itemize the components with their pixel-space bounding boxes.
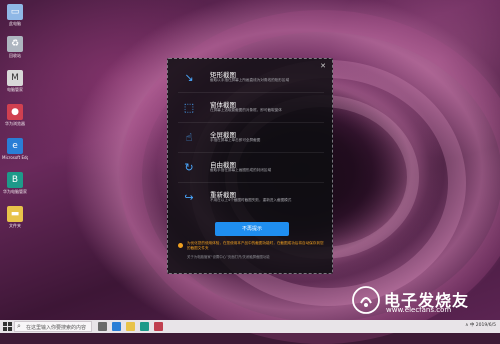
- window-capture-icon: ⬚: [183, 101, 195, 114]
- option-description: 在屏幕上选取要截图的对象框，即可截取窗体: [210, 108, 282, 112]
- browser-icon: ●: [7, 104, 23, 120]
- search-placeholder: 在这里输入你要搜索的内容: [26, 325, 87, 331]
- option-free-capture[interactable]: ↻ 自由截图 截取手指在屏幕上画圈形成的封闭区域: [178, 158, 324, 183]
- app-taskbar-icon[interactable]: [154, 322, 163, 331]
- option-description: 不用在以上4个截图时截图失败，重新进入截图模式: [210, 198, 292, 202]
- rect-capture-icon: ↘: [184, 71, 194, 84]
- option-recapture[interactable]: ↪ 重新截图 不用在以上4个截图时截图失败，重新进入截图模式: [178, 188, 324, 212]
- system-tray[interactable]: ∧ 中 2019/6/5: [465, 322, 496, 328]
- desktop-icon-label: 电脑管家: [7, 87, 23, 92]
- option-rect-capture[interactable]: ↘ 矩形截图 截取以手指在屏幕上所画直线为对角线的矩形区域: [178, 68, 324, 93]
- dont-show-again-button[interactable]: 不再提示: [215, 222, 289, 236]
- edge-taskbar-icon[interactable]: [112, 322, 121, 331]
- folder-icon: ▬: [7, 206, 23, 222]
- edge-icon: e: [7, 138, 23, 154]
- desktop-icon-folder[interactable]: ▬ 文件夹: [2, 206, 28, 228]
- taskbar: ⌕ 在这里输入你要搜索的内容 ∧ 中 2019/6/5: [0, 320, 500, 333]
- desktop-icon-pc-manager[interactable]: M 电脑管家: [2, 70, 28, 92]
- windows-start-icon[interactable]: [3, 322, 12, 331]
- recapture-icon: ↪: [184, 191, 194, 204]
- desktop-icon-edge[interactable]: e Microsoft Edge: [2, 138, 28, 160]
- store-icon[interactable]: [140, 322, 149, 331]
- warning-icon: [178, 243, 183, 248]
- option-description: 截取手指在屏幕上画圈形成的封闭区域: [210, 168, 272, 172]
- elecfans-logo-icon: [352, 286, 380, 314]
- desktop-icon-label: Microsoft Edge: [2, 155, 28, 160]
- desktop-icon-label: 华为电脑管家: [3, 189, 27, 194]
- desktop-icon-this-pc[interactable]: ▭ 此电脑: [2, 4, 28, 26]
- desktop-icon-huawei-pc[interactable]: B 华为电脑管家: [2, 172, 28, 194]
- screenshot-guide-dialog: ✕ ↘ 矩形截图 截取以手指在屏幕上所画直线为对角线的矩形区域 ⬚ 窗体截图 在…: [167, 58, 333, 274]
- huawei-pc-icon: B: [7, 172, 23, 188]
- desktop-icon-label: 此电脑: [9, 21, 21, 26]
- desktop-icon-recycle-bin[interactable]: ♻ 回收站: [2, 36, 28, 58]
- settings-footnote: 关于为电脑管家“设置中心”页面打开/关闭触屏截图功能: [187, 255, 270, 259]
- pc-manager-icon: M: [7, 70, 23, 86]
- desktop-icon-label: 文件夹: [9, 223, 21, 228]
- free-capture-icon: ↻: [184, 161, 194, 174]
- watermark: 电子发烧友 www.elecfans.com: [352, 286, 494, 316]
- desktop-icon-label: 回收站: [9, 53, 21, 58]
- warning-text: 为优化您的使用体验，在您使用本产品中的截图功能时，在截图成功后将自动保存到您的截…: [187, 241, 324, 250]
- task-view-icon[interactable]: [98, 322, 107, 331]
- recycle-bin-icon: ♻: [7, 36, 23, 52]
- option-window-capture[interactable]: ⬚ 窗体截图 在屏幕上选取要截图的对象框，即可截取窗体: [178, 98, 324, 123]
- desktop-icon-label: 华为浏览器: [5, 121, 25, 126]
- option-description: 手指在屏幕上单击即可全屏截图: [210, 138, 261, 142]
- search-icon: ⌕: [17, 322, 21, 330]
- watermark-url: www.elecfans.com: [386, 306, 452, 314]
- option-fullscreen-capture[interactable]: ☝ 全屏截图 手指在屏幕上单击即可全屏截图: [178, 128, 324, 153]
- option-description: 截取以手指在屏幕上所画直线为对角线的矩形区域: [210, 78, 290, 82]
- this-pc-icon: ▭: [7, 4, 23, 20]
- taskbar-search-input[interactable]: ⌕ 在这里输入你要搜索的内容: [14, 321, 92, 332]
- file-explorer-icon[interactable]: [126, 322, 135, 331]
- desktop-icon-browser[interactable]: ● 华为浏览器: [2, 104, 28, 126]
- fullscreen-capture-icon: ☝: [185, 131, 193, 144]
